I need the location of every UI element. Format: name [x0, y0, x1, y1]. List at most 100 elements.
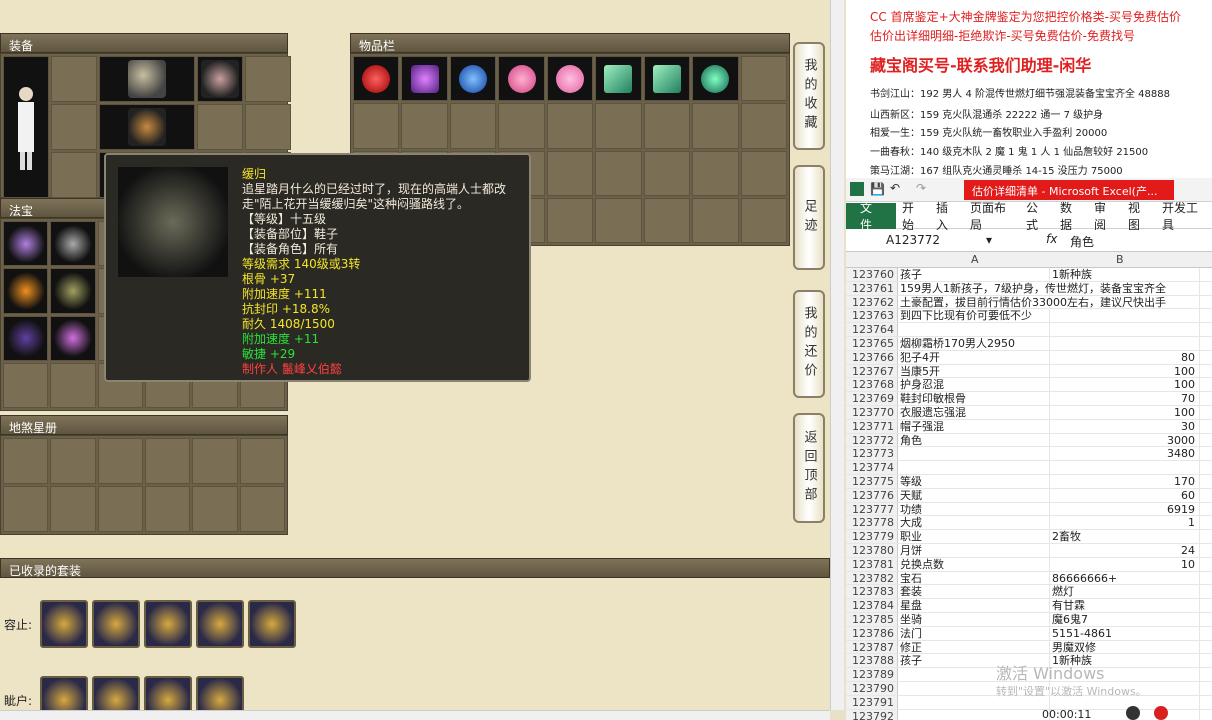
equip-slot[interactable] — [245, 56, 291, 102]
jade-gem-icon[interactable] — [692, 56, 739, 102]
cell-a[interactable]: 鞋封印敏根骨 — [898, 392, 1050, 405]
cell-b[interactable] — [1050, 461, 1200, 474]
back-to-top-button[interactable]: 返回顶部 — [793, 413, 825, 523]
inventory-slot[interactable] — [353, 103, 400, 149]
star-slot[interactable] — [144, 438, 191, 484]
cell-b[interactable]: 燃灯 — [1050, 585, 1200, 598]
cell-b[interactable]: 2畜牧 — [1050, 530, 1200, 543]
row-number[interactable]: 123786 — [846, 626, 898, 640]
set-icon[interactable] — [248, 600, 296, 648]
cell-b[interactable] — [1050, 336, 1200, 350]
cell-a[interactable]: 星盘 — [898, 599, 1050, 612]
row-number[interactable]: 123765 — [846, 336, 898, 350]
cell-b[interactable] — [1050, 281, 1200, 295]
row-number[interactable]: 123764 — [846, 323, 898, 336]
row-number[interactable]: 123782 — [846, 571, 898, 585]
cell-a[interactable] — [898, 461, 1050, 474]
sheet-row[interactable]: 123777 功绩 6919 — [846, 502, 1212, 517]
row-number[interactable]: 123778 — [846, 516, 898, 529]
row-number[interactable]: 123784 — [846, 599, 898, 612]
sheet-row[interactable]: 123773 3480 — [846, 447, 1212, 462]
save-icon[interactable]: 💾 — [870, 182, 885, 196]
sheet-row[interactable]: 123780 月饼 24 — [846, 543, 1212, 558]
necklace-item-icon[interactable] — [197, 56, 243, 102]
row-number[interactable]: 123787 — [846, 640, 898, 654]
row-number[interactable]: 123780 — [846, 543, 898, 557]
star-slot[interactable] — [50, 486, 96, 532]
sheet-row[interactable]: 123783 套装 燃灯 — [846, 585, 1212, 600]
sheet-row[interactable]: 123782 宝石 86666666+ — [846, 571, 1212, 586]
green-scroll-icon[interactable] — [643, 56, 691, 102]
cell-b[interactable] — [1050, 309, 1200, 323]
tab-developer[interactable]: 开发工具 — [1156, 199, 1212, 233]
cell-a[interactable] — [898, 709, 1050, 720]
sheet-row[interactable]: 123774 — [846, 461, 1212, 475]
inventory-slot[interactable] — [595, 197, 642, 243]
tab-data[interactable]: 数据 — [1054, 199, 1088, 233]
row-number[interactable]: 123773 — [846, 447, 898, 460]
row-number[interactable]: 123791 — [846, 695, 898, 709]
cell-a[interactable] — [898, 447, 1050, 461]
equip-slot[interactable] — [51, 104, 97, 150]
star-slot[interactable] — [50, 438, 96, 484]
inventory-slot[interactable] — [643, 103, 691, 149]
cell-b[interactable]: 10 — [1050, 557, 1200, 571]
inventory-slot[interactable] — [595, 103, 642, 149]
footprints-button[interactable]: 足迹 — [793, 165, 825, 270]
inventory-slot[interactable] — [643, 197, 691, 243]
tab-formulas[interactable]: 公式 — [1020, 199, 1054, 233]
armor-item-icon[interactable] — [99, 104, 195, 150]
cell-a[interactable]: 宝石 — [898, 571, 1050, 585]
equip-slot[interactable] — [51, 56, 97, 102]
treasure-item-icon[interactable] — [3, 221, 49, 267]
sheet-row[interactable]: 123764 — [846, 323, 1212, 337]
star-slot[interactable] — [239, 438, 285, 484]
cell-a[interactable]: 天赋 — [898, 488, 1050, 502]
pause-icon[interactable] — [1126, 706, 1140, 720]
horizontal-scrollbar[interactable] — [0, 710, 830, 720]
star-slot[interactable] — [97, 486, 143, 532]
star-slot[interactable] — [3, 438, 49, 484]
cell-a[interactable]: 套装 — [898, 585, 1050, 598]
row-number[interactable]: 123785 — [846, 612, 898, 626]
row-number[interactable]: 123775 — [846, 474, 898, 488]
cell-b[interactable]: 魔6鬼7 — [1050, 612, 1200, 626]
vertical-scrollbar[interactable] — [830, 0, 844, 710]
cell-b[interactable]: 80 — [1050, 350, 1200, 364]
row-number[interactable]: 123777 — [846, 502, 898, 516]
cell-b[interactable] — [1050, 295, 1200, 309]
redo-icon[interactable]: ↷ — [916, 181, 926, 195]
cell-b[interactable]: 30 — [1050, 419, 1200, 433]
cell-a[interactable]: 兑换点数 — [898, 557, 1050, 571]
row-number[interactable]: 123767 — [846, 364, 898, 378]
col-header-b[interactable]: B — [1116, 253, 1124, 266]
row-number[interactable]: 123766 — [846, 350, 898, 364]
cell-a[interactable]: 法门 — [898, 626, 1050, 640]
sheet-row[interactable]: 123763 到四下比现有价可要低不少 — [846, 309, 1212, 324]
tab-review[interactable]: 审阅 — [1088, 199, 1122, 233]
cell-b[interactable]: 86666666+ — [1050, 571, 1200, 585]
cell-a[interactable]: 角色 — [898, 433, 1050, 447]
star-slot[interactable] — [144, 486, 191, 532]
star-slot[interactable] — [192, 438, 238, 484]
treasure-item-icon[interactable] — [50, 221, 96, 267]
cell-b[interactable]: 100 — [1050, 364, 1200, 378]
row-number[interactable]: 123788 — [846, 654, 898, 667]
row-number[interactable]: 123776 — [846, 488, 898, 502]
cell-a[interactable]: 衣服遗忘强混 — [898, 405, 1050, 419]
my-counteroffer-button[interactable]: 我的还价 — [793, 290, 825, 398]
cell-a[interactable] — [898, 323, 1050, 336]
equip-slot[interactable] — [245, 104, 291, 150]
sheet-row[interactable]: 123770 衣服遗忘强混 100 — [846, 405, 1212, 420]
row-number[interactable]: 123762 — [846, 295, 898, 309]
cell-a[interactable]: 月饼 — [898, 543, 1050, 557]
sheet-row[interactable]: 123784 星盘 有甘霖 — [846, 599, 1212, 613]
sheet-row[interactable]: 123786 法门 5151-4861 — [846, 626, 1212, 641]
sheet-row[interactable]: 123761 159男人1新孩子，7级护身，传世燃灯，装备宝宝齐全 — [846, 281, 1212, 296]
inventory-slot[interactable] — [546, 197, 594, 243]
inventory-slot[interactable] — [740, 56, 787, 102]
inventory-slot[interactable] — [692, 197, 739, 243]
row-number[interactable]: 123781 — [846, 557, 898, 571]
inventory-slot[interactable] — [692, 150, 739, 196]
green-scroll-icon[interactable] — [595, 56, 642, 102]
